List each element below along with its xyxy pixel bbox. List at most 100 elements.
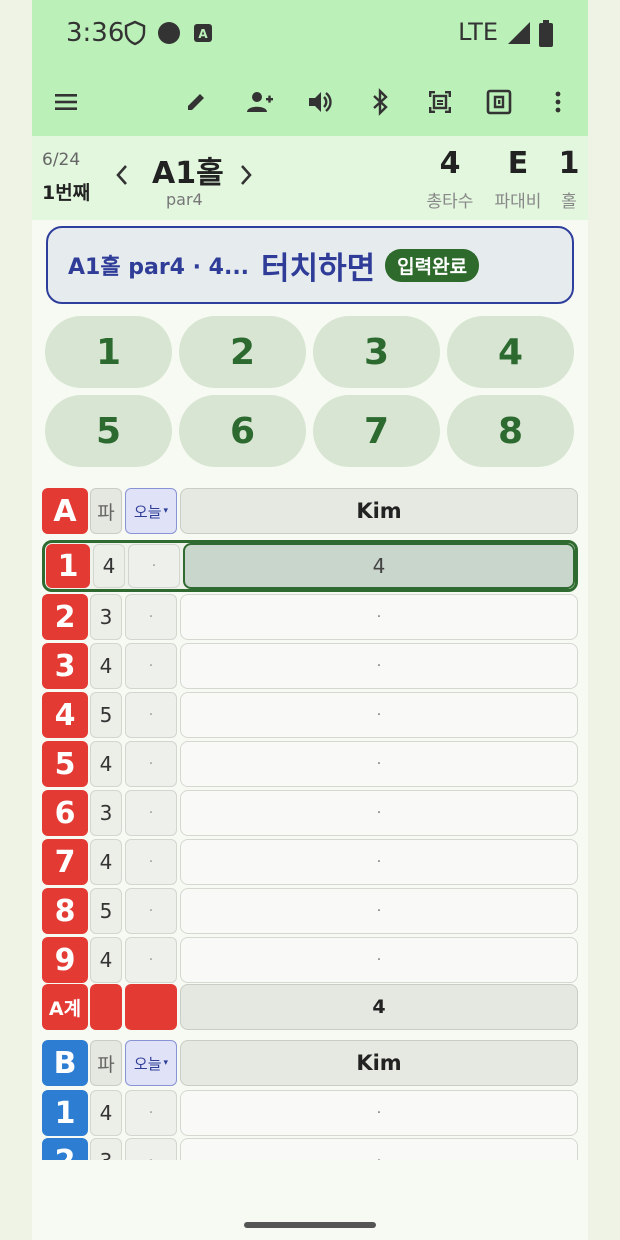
hole-par-cell: 4 [93,544,125,588]
player-name-header[interactable]: Kim [180,488,578,534]
par-total-cell [90,984,122,1030]
hole-par: par4 [166,190,203,209]
total-strokes-label: 총타수 [426,192,474,212]
prev-hole-button[interactable] [114,162,130,195]
today-cell[interactable]: · [125,643,177,689]
total-strokes-stat: 4 총타수 [422,146,478,212]
today-dropdown[interactable]: 오늘 ▾ [125,488,177,534]
phone-screen: 3:36 A LTE 6/24 1번째 A1홀 par4 4 총타수 E 파대비… [32,0,588,1240]
chevron-down-icon: ▾ [163,1058,169,1068]
more-icon[interactable] [538,82,578,122]
par-header: 파 [90,488,122,534]
hole-number: 3 [42,643,88,689]
hole-number: 9 [42,937,88,983]
signal-icon [506,20,532,46]
holes-label: 홀 [561,192,577,212]
hole-par-cell: 4 [90,937,122,983]
today-cell[interactable]: · [125,839,177,885]
today-cell[interactable]: · [125,741,177,787]
key-1[interactable]: 1 [45,316,172,388]
key-7[interactable]: 7 [313,395,440,467]
hole-par-cell: 3 [90,790,122,836]
banner-info: A1홀 par4 · 4... [68,255,250,280]
gesture-nav-bar[interactable] [244,1222,376,1228]
hole-number: 1 [42,1090,88,1136]
hole-par-cell: 5 [90,888,122,934]
key-4[interactable]: 4 [447,316,574,388]
today-cell[interactable]: · [125,888,177,934]
hole-par-cell: 4 [90,643,122,689]
input-banner[interactable]: A1홀 par4 · 4... 터치하면 입력완료 [46,226,574,304]
today-cell[interactable]: · [125,594,177,640]
svg-text:A: A [198,27,208,41]
hole-number: 5 [42,741,88,787]
hole-par-cell: 3 [90,1138,122,1160]
volume-icon[interactable] [300,82,340,122]
network-label: LTE [458,18,498,46]
menu-icon[interactable] [46,82,86,122]
key-2[interactable]: 2 [179,316,306,388]
today-total-cell [125,984,177,1030]
course-b-scorecard: B 파 오늘 ▾ Kim 1 4 · · 2 3 · · [42,1040,578,1160]
score-cell[interactable]: · [180,741,578,787]
add-person-icon[interactable] [240,82,280,122]
chevron-down-icon: ▾ [163,506,169,516]
hole-number: 2 [42,594,88,640]
today-cell[interactable]: · [125,790,177,836]
today-dropdown[interactable]: 오늘 ▾ [125,1040,177,1086]
hole-par-cell: 4 [90,1090,122,1136]
total-strokes-value: 4 [439,146,461,181]
status-time: 3:36 [66,18,125,48]
score-cell[interactable]: · [180,937,578,983]
score-cell[interactable]: 4 [183,543,575,589]
hole-par-cell: 4 [90,839,122,885]
input-complete-badge: 입력완료 [385,248,480,282]
today-cell[interactable]: · [125,1138,177,1160]
score-cell[interactable]: · [180,888,578,934]
holes-stat: 1 홀 [552,146,586,212]
key-8[interactable]: 8 [447,395,574,467]
key-3[interactable]: 3 [313,316,440,388]
today-cell[interactable]: · [128,544,180,588]
score-cell[interactable]: · [180,643,578,689]
today-cell[interactable]: · [125,937,177,983]
hole-number: 2 [42,1138,88,1160]
hole-title: A1홀 [152,156,224,191]
score-cell[interactable]: · [180,594,578,640]
today-cell[interactable]: · [125,692,177,738]
score-cell[interactable]: · [180,692,578,738]
vs-par-label: 파대비 [494,192,542,212]
vs-par-value: E [507,146,529,181]
score-keypad: 1 2 3 4 5 6 7 8 [45,316,576,468]
hole-info-bar: 6/24 1번째 A1홀 par4 4 총타수 E 파대비 1 홀 [32,136,588,220]
hole-par-cell: 3 [90,594,122,640]
banner-touch-text: 터치하면 [261,250,376,287]
hole-count: 6/24 [42,150,81,170]
course-a-total-score: 4 [180,984,578,1030]
edit-icon[interactable] [176,82,216,122]
hole-number: 6 [42,790,88,836]
a-icon: A [192,20,214,46]
par-header: 파 [90,1040,122,1086]
key-6[interactable]: 6 [179,395,306,467]
key-5[interactable]: 5 [45,395,172,467]
score-cell[interactable]: · [180,1090,578,1136]
scan-icon[interactable] [420,82,460,122]
score-cell[interactable]: · [180,1138,578,1160]
hole-number: 7 [42,839,88,885]
today-cell[interactable]: · [125,1090,177,1136]
score-cell[interactable]: · [180,790,578,836]
course-a-total-label: A계 [42,984,88,1030]
toolbar [32,68,588,136]
score-cell[interactable]: · [180,839,578,885]
bluetooth-icon[interactable] [360,82,400,122]
player-name-header[interactable]: Kim [180,1040,578,1086]
course-a-label: A [42,488,88,534]
today-dropdown-label: 오늘 [133,502,162,521]
hole-par-cell: 4 [90,741,122,787]
nfc-icon[interactable] [479,82,519,122]
battery-icon [538,20,554,47]
next-hole-button[interactable] [238,162,254,195]
vs-par-stat: E 파대비 [490,146,546,212]
hole-order: 1번째 [42,182,91,204]
